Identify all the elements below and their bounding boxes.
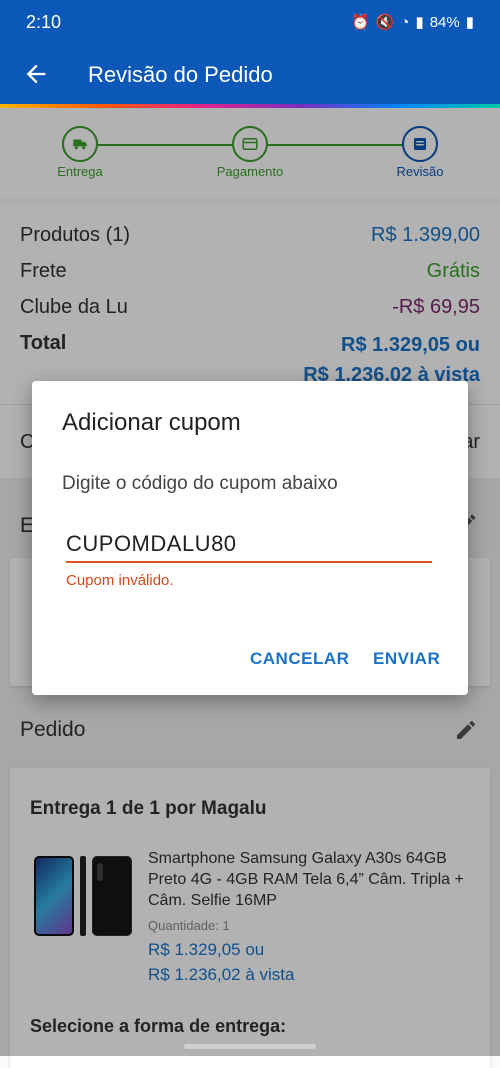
- coupon-code-input[interactable]: [66, 527, 432, 563]
- wifi-icon: ◔: [400, 13, 410, 31]
- status-icons: ⏰ 🔇 ◔ ▮ 84% ▮: [351, 13, 474, 32]
- status-bar: 2:10 ⏰ 🔇 ◔ ▮ 84% ▮: [0, 0, 500, 48]
- coupon-dialog: Adicionar cupom Digite o código do cupom…: [32, 381, 468, 695]
- app-bar: Revisão do Pedido: [0, 48, 500, 104]
- back-arrow-icon[interactable]: [22, 60, 50, 88]
- mute-icon: 🔇: [375, 14, 395, 31]
- battery-level: 84%: [429, 13, 460, 31]
- cancel-button[interactable]: CANCELAR: [250, 649, 349, 669]
- send-button[interactable]: ENVIAR: [373, 649, 440, 669]
- alarm-icon: ⏰: [351, 14, 370, 31]
- battery-icon: ▮: [465, 14, 474, 31]
- gesture-nav-handle[interactable]: [184, 1044, 316, 1049]
- coupon-error-message: Cupom inválido.: [66, 572, 174, 589]
- dialog-message: Digite o código do cupom abaixo: [62, 473, 338, 494]
- status-time: 2:10: [26, 12, 62, 32]
- page-title: Revisão do Pedido: [88, 62, 273, 87]
- dialog-title: Adicionar cupom: [62, 409, 241, 436]
- signal-icon: ▮: [415, 14, 424, 31]
